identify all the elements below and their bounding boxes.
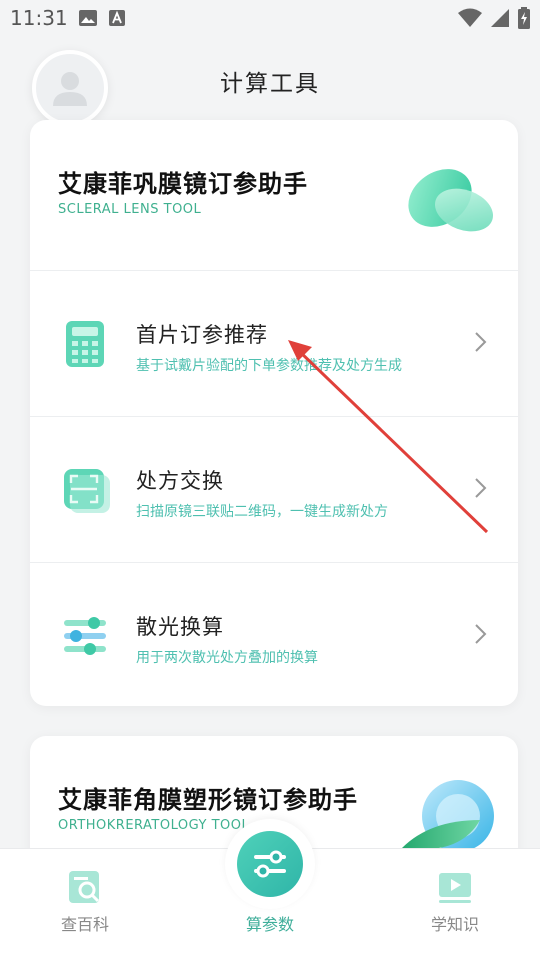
menu-item-desc: 用于两次散光处方叠加的换算 xyxy=(136,650,318,666)
nav-label: 查百科 xyxy=(60,915,109,934)
ortho-card-title: 艾康菲角膜塑形镜订参助手 xyxy=(58,780,358,815)
chevron-right-icon xyxy=(475,332,487,352)
page-title: 计算工具 xyxy=(220,71,320,97)
menu-item-label: 处方交换 xyxy=(136,469,224,493)
nav-item-calculate[interactable]: 算参数 xyxy=(225,819,315,935)
battery-charging-icon xyxy=(518,7,530,29)
ortho-card-subtitle: ORTHOKRERATOLOGY TOOL xyxy=(58,818,250,833)
menu-item-label: 散光换算 xyxy=(136,615,224,639)
scleral-tool-card: 艾康菲巩膜镜订参助手 SCLERAL LENS TOOL 首片订参推荐 基于试戴… xyxy=(30,120,518,706)
status-right xyxy=(458,7,530,29)
status-time: 11:31 xyxy=(10,6,68,30)
scleral-card-subtitle: SCLERAL LENS TOOL xyxy=(58,202,202,217)
nav-label: 算参数 xyxy=(245,915,294,934)
bottom-nav: 查百科 算参数 学知识 xyxy=(0,819,540,961)
font-icon xyxy=(108,10,125,26)
menu-item-astigmatism[interactable]: 散光换算 用于两次散光处方叠加的换算 xyxy=(30,562,518,706)
scleral-card-title: 艾康菲巩膜镜订参助手 xyxy=(58,164,308,199)
status-bar: 11:31 xyxy=(0,0,540,36)
signal-icon xyxy=(491,9,509,27)
scleral-card-header: 艾康菲巩膜镜订参助手 SCLERAL LENS TOOL xyxy=(30,120,518,270)
calculator-icon xyxy=(66,321,104,367)
chevron-right-icon xyxy=(475,478,487,498)
scleral-lens-illustration xyxy=(408,169,494,232)
search-book-icon xyxy=(69,871,100,903)
chevron-right-icon xyxy=(475,624,487,644)
sliders-icon xyxy=(254,850,286,878)
wifi-icon xyxy=(458,8,482,27)
menu-item-label: 首片订参推荐 xyxy=(136,323,268,347)
calculate-fab-button[interactable] xyxy=(237,831,303,897)
nav-label: 学知识 xyxy=(430,915,479,934)
fab-ring xyxy=(225,819,315,909)
menu-item-first-lens[interactable]: 首片订参推荐 基于试戴片验配的下单参数推荐及处方生成 xyxy=(30,270,518,416)
status-left: 11:31 xyxy=(10,6,126,30)
video-play-icon xyxy=(439,873,471,903)
menu-item-desc: 基于试戴片验配的下单参数推荐及处方生成 xyxy=(136,358,402,374)
sliders-icon xyxy=(64,617,106,655)
qr-scan-icon xyxy=(64,469,110,513)
menu-item-desc: 扫描原镜三联贴二维码，一键生成新处方 xyxy=(136,504,388,520)
nav-item-learn[interactable]: 学知识 xyxy=(410,869,500,935)
nav-item-encyclopedia[interactable]: 查百科 xyxy=(40,869,130,935)
menu-item-prescription-exchange[interactable]: 处方交换 扫描原镜三联贴二维码，一键生成新处方 xyxy=(30,416,518,562)
image-icon xyxy=(78,10,97,26)
